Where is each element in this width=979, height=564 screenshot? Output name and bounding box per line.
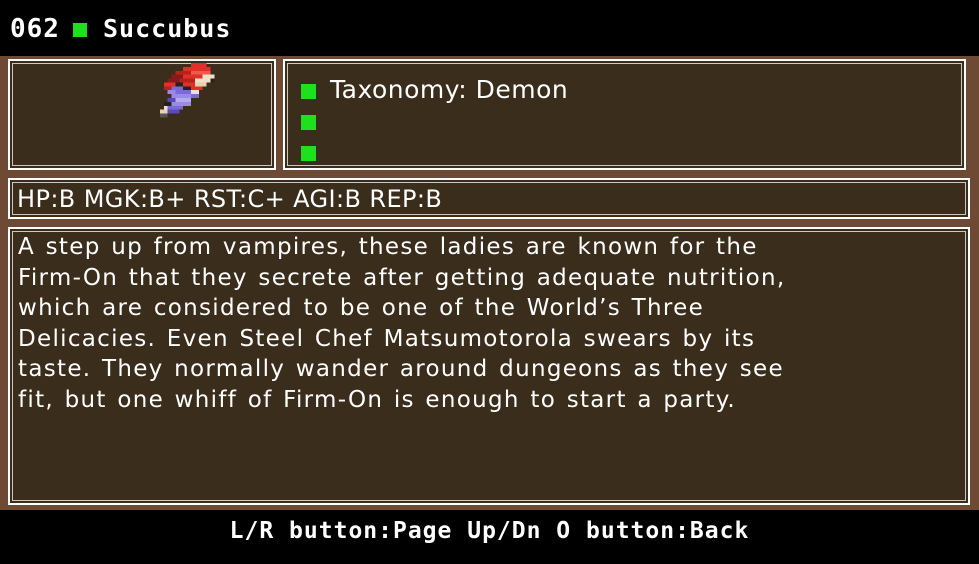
bullet-square-icon bbox=[301, 146, 316, 161]
succubus-sprite-icon bbox=[159, 63, 215, 118]
info-panel: Taxonomy: Demon bbox=[283, 59, 966, 170]
stats-panel: HP:B MGK:B+ RST:C+ AGI:B REP:B bbox=[8, 178, 970, 219]
entry-number: 062 bbox=[10, 14, 60, 44]
description-text: A step up from vampires, these ladies ar… bbox=[18, 232, 953, 415]
controls-bar: L/R button:Page Up/Dn O button:Back bbox=[0, 510, 979, 564]
description-line: Firm-On that they secrete after getting … bbox=[18, 264, 786, 291]
bullet-square-icon bbox=[301, 115, 316, 130]
controls-hint: L/R button:Page Up/Dn O button:Back bbox=[229, 518, 750, 544]
description-line: taste. They normally wander around dunge… bbox=[18, 356, 784, 382]
title-bar: 062 Succubus bbox=[0, 0, 979, 56]
description-line: A step up from vampires, these ladies ar… bbox=[18, 234, 758, 260]
sprite-panel bbox=[8, 59, 276, 170]
description-line: which are considered to be one of the Wo… bbox=[18, 295, 705, 321]
description-line: Delicacies. Even Steel Chef Matsumotorol… bbox=[18, 325, 756, 352]
bullet-square-icon bbox=[301, 84, 316, 99]
taxonomy-label: Taxonomy: Demon bbox=[330, 75, 569, 104]
stat-ratings: HP:B MGK:B+ RST:C+ AGI:B REP:B bbox=[17, 185, 443, 213]
description-panel: A step up from vampires, these ladies ar… bbox=[8, 227, 970, 505]
monster-name: Succubus bbox=[103, 14, 232, 43]
green-square-icon bbox=[73, 23, 87, 37]
description-line: fit, but one whiff of Firm-On is enough … bbox=[18, 386, 736, 413]
